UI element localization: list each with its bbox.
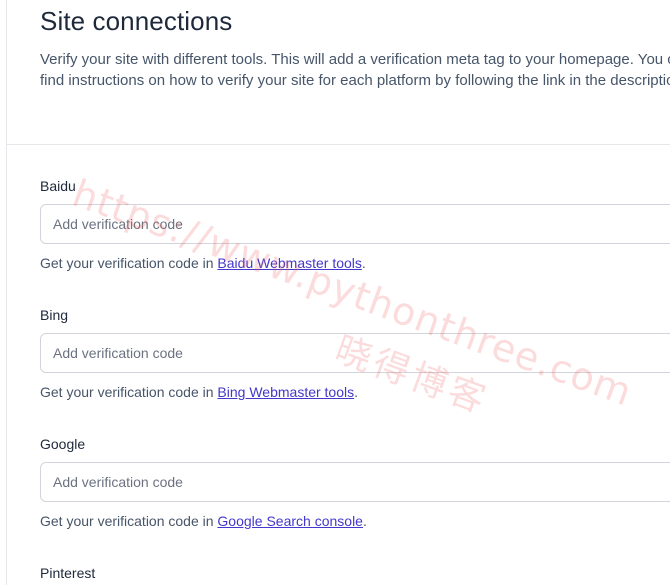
bing-help-suffix: . bbox=[354, 384, 359, 400]
google-verification-input[interactable] bbox=[40, 462, 670, 502]
google-label: Google bbox=[40, 436, 86, 452]
site-connections-panel: Site connections Verify your site with d… bbox=[6, 0, 670, 585]
bing-webmaster-tools-link[interactable]: Bing Webmaster tools bbox=[217, 384, 354, 400]
baidu-help-prefix: Get your verification code in bbox=[40, 255, 218, 271]
bing-help-text: Get your verification code in Bing Webma… bbox=[40, 384, 358, 400]
google-help-prefix: Get your verification code in bbox=[40, 513, 218, 529]
section-header: Site connections Verify your site with d… bbox=[7, 0, 670, 145]
baidu-webmaster-tools-link[interactable]: Baidu Webmaster tools bbox=[217, 255, 361, 271]
bing-label: Bing bbox=[40, 307, 69, 323]
google-help-suffix: . bbox=[362, 513, 367, 529]
google-help-text: Get your verification code in Google Sea… bbox=[40, 513, 367, 529]
google-search-console-link[interactable]: Google Search console bbox=[217, 513, 363, 529]
baidu-help-suffix: . bbox=[361, 255, 366, 271]
baidu-help-text: Get your verification code in Baidu Webm… bbox=[40, 255, 366, 271]
bing-help-prefix: Get your verification code in bbox=[40, 384, 218, 400]
page-title: Site connections bbox=[40, 6, 233, 36]
baidu-verification-input[interactable] bbox=[40, 204, 670, 244]
page-description: Verify your site with different tools. T… bbox=[40, 51, 670, 89]
pinterest-label: Pinterest bbox=[40, 565, 96, 581]
bing-verification-input[interactable] bbox=[40, 333, 670, 373]
baidu-label: Baidu bbox=[40, 178, 76, 194]
